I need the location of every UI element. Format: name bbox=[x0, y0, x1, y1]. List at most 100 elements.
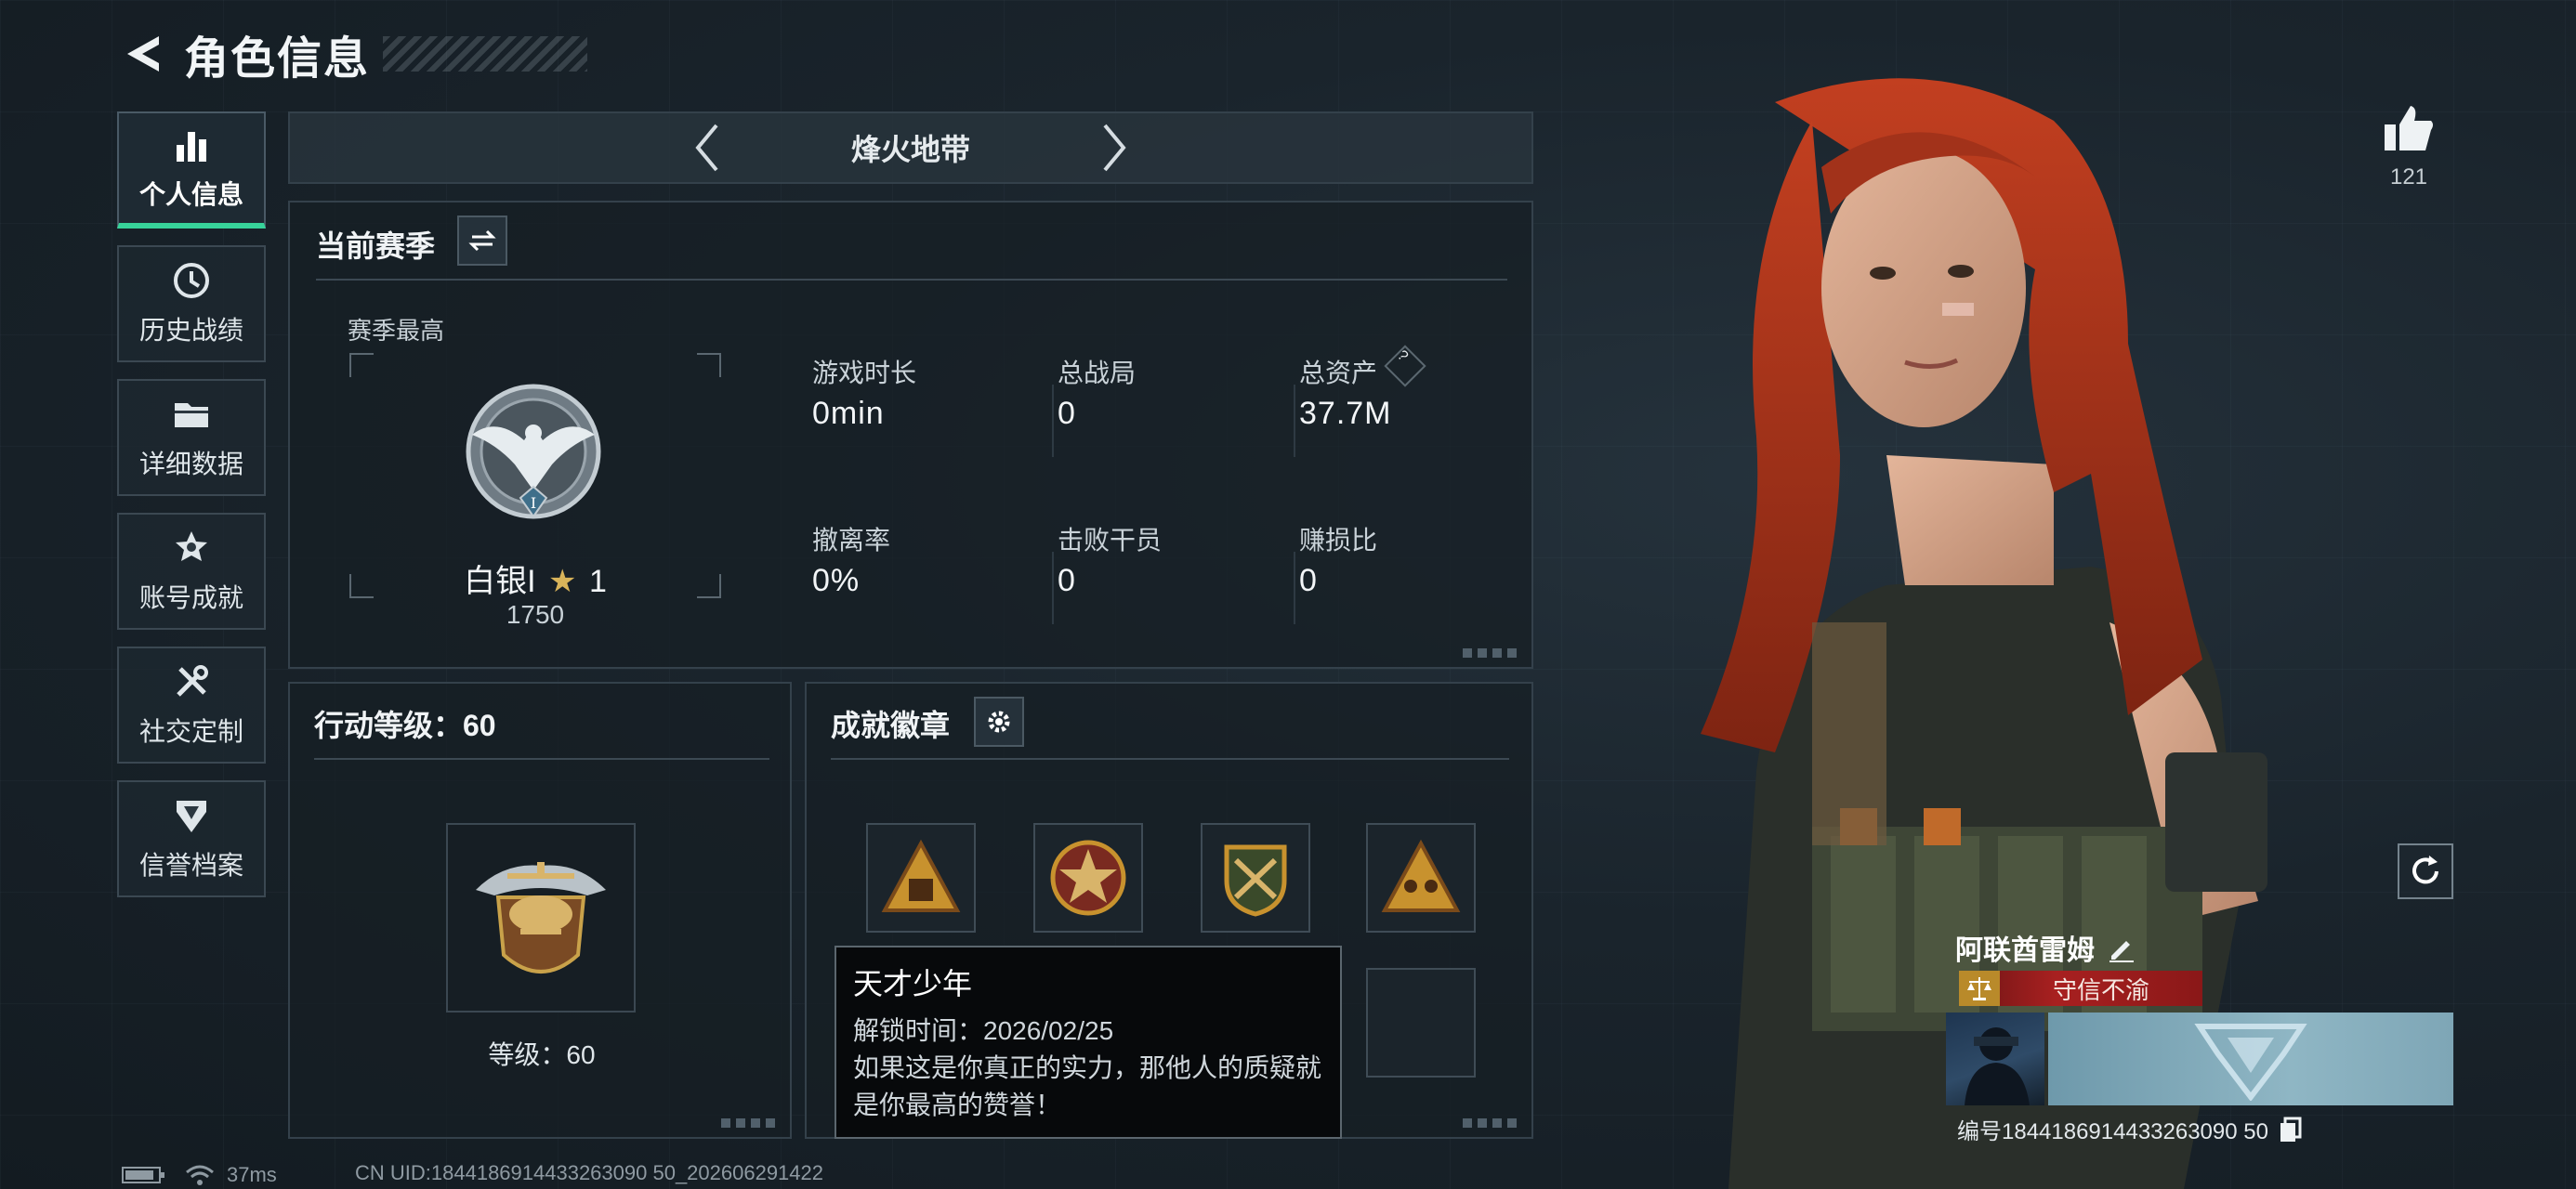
season-title: 当前赛季 bbox=[316, 229, 436, 263]
page-title: 角色信息 bbox=[184, 34, 371, 84]
refresh-button[interactable] bbox=[2398, 843, 2453, 899]
sidebar-item-history[interactable]: 历史战绩 bbox=[117, 245, 266, 362]
stat-label-matches: 总战局 bbox=[1058, 359, 1137, 387]
avatar bbox=[1946, 1013, 2044, 1105]
badge-settings-button[interactable] bbox=[974, 697, 1024, 747]
divider bbox=[831, 758, 1509, 760]
chevron-right-icon bbox=[1103, 124, 1126, 172]
corner-decoration bbox=[1463, 648, 1518, 658]
like-count: 121 bbox=[2389, 164, 2428, 189]
sidebar-item-details[interactable]: 详细数据 bbox=[117, 379, 266, 496]
star-icon: ★ bbox=[548, 564, 577, 599]
back-arrow-icon[interactable] bbox=[119, 30, 167, 78]
divider bbox=[314, 758, 769, 760]
sidebar-item-label: 账号成就 bbox=[138, 583, 243, 612]
rank-name-row: 白银I ★ 1 bbox=[349, 555, 721, 601]
season-best-label: 赛季最高 bbox=[348, 317, 445, 345]
stat-separator bbox=[1294, 552, 1295, 624]
sidebar-item-achievements[interactable]: 账号成就 bbox=[117, 513, 266, 630]
badge-tooltip: 天才少年 解锁时间：2026/02/25 如果这是你真正的实力，那他人的质疑就 … bbox=[835, 946, 1342, 1139]
sidebar-item-label: 信誉档案 bbox=[138, 851, 243, 880]
sidebar-item-label: 个人信息 bbox=[138, 180, 243, 209]
svg-text:I: I bbox=[531, 494, 536, 512]
stat-label-profit-ratio: 赚损比 bbox=[1299, 526, 1378, 555]
rank-points: 1750 bbox=[506, 600, 565, 629]
rank-name: 白银I bbox=[464, 564, 536, 599]
achievements-title: 成就徽章 bbox=[831, 709, 951, 742]
player-id: 编号1844186914433263090 50 bbox=[1957, 1119, 2268, 1144]
wifi-icon bbox=[186, 1165, 214, 1185]
sidebar: 个人信息 历史战绩 详细数据 账号成就 社交定制 信誉档案 bbox=[117, 111, 269, 914]
sidebar-item-reputation[interactable]: 信誉档案 bbox=[117, 780, 266, 897]
stat-value-extract-rate: 0% bbox=[812, 563, 861, 598]
stat-label-extract-rate: 撤离率 bbox=[812, 526, 891, 555]
refresh-icon bbox=[2412, 856, 2438, 884]
stat-value-total-assets: 37.7M bbox=[1299, 396, 1392, 431]
stat-value-playtime: 0min bbox=[812, 396, 885, 431]
copy-icon[interactable] bbox=[2278, 1117, 2304, 1143]
action-level-title: 行动等级：60 bbox=[314, 709, 496, 742]
thumbs-up-icon[interactable] bbox=[2383, 104, 2435, 152]
ping-text: 37ms bbox=[227, 1163, 277, 1186]
stat-value-operators-defeated: 0 bbox=[1058, 563, 1076, 598]
season-panel: 当前赛季 赛季最高 I 白银I ★ 1 1750 游戏时长 0min 总战局 0… bbox=[288, 201, 1533, 669]
prev-mode-button[interactable] bbox=[678, 115, 734, 180]
scales-icon bbox=[1959, 971, 2000, 1006]
emblem-logo-icon bbox=[2194, 1024, 2307, 1101]
uid-text: CN UID:1844186914433263090 50_2026062914… bbox=[355, 1161, 824, 1184]
tooltip-description-line: 是你最高的赞誉！ bbox=[853, 1091, 1062, 1119]
badge-slot[interactable] bbox=[866, 823, 976, 933]
level-text: 等级：60 bbox=[488, 1040, 596, 1069]
sidebar-item-label: 详细数据 bbox=[138, 450, 243, 478]
help-icon[interactable]: ? bbox=[1384, 345, 1426, 387]
shield-badge-icon bbox=[177, 801, 206, 832]
stat-label-operators-defeated: 击败干员 bbox=[1058, 526, 1163, 555]
player-card[interactable] bbox=[1946, 1013, 2453, 1105]
action-level-panel: 行动等级：60 等级：60 bbox=[288, 682, 792, 1139]
sidebar-item-social[interactable]: 社交定制 bbox=[117, 647, 266, 764]
medal-icon bbox=[176, 531, 207, 561]
edit-pencil-icon[interactable] bbox=[2106, 932, 2137, 963]
badge-slot[interactable] bbox=[1201, 823, 1310, 933]
tooltip-unlock-time: 解锁时间：2026/02/25 bbox=[853, 1016, 1114, 1045]
switch-season-button[interactable] bbox=[457, 216, 507, 266]
silver-eagle-rank-icon: I bbox=[466, 384, 601, 519]
player-name-row: 阿联酋雷姆 bbox=[1955, 927, 2137, 968]
title-tag-text: 守信不渝 bbox=[2052, 975, 2149, 1004]
stat-value-matches: 0 bbox=[1058, 396, 1076, 431]
swap-icon bbox=[468, 229, 496, 252]
title-decoration bbox=[383, 36, 588, 72]
status-bar: 37ms bbox=[121, 1161, 277, 1189]
rank-stars: 1 bbox=[588, 564, 607, 599]
tools-icon bbox=[177, 665, 208, 697]
next-mode-button[interactable] bbox=[1087, 115, 1143, 180]
badge-slot-empty[interactable] bbox=[1366, 968, 1476, 1078]
sidebar-item-personal-info[interactable]: 个人信息 bbox=[117, 111, 266, 229]
stat-label-total-assets: 总资产 bbox=[1299, 359, 1378, 387]
badge-slot[interactable] bbox=[1033, 823, 1143, 933]
player-title-tag: 守信不渝 bbox=[1959, 971, 2202, 1006]
like-block: 121 bbox=[2372, 104, 2446, 190]
history-clock-icon bbox=[174, 263, 209, 298]
bar-chart-icon bbox=[177, 132, 206, 162]
gear-icon bbox=[988, 711, 1010, 733]
name-card-banner bbox=[2048, 1013, 2453, 1105]
stat-separator bbox=[1052, 385, 1054, 457]
stat-value-profit-ratio: 0 bbox=[1299, 563, 1318, 598]
sidebar-item-label: 历史战绩 bbox=[138, 316, 243, 345]
sidebar-item-label: 社交定制 bbox=[138, 717, 243, 746]
stat-label-playtime: 游戏时长 bbox=[812, 359, 917, 387]
badge-slot[interactable] bbox=[1366, 823, 1476, 933]
star-medal-badge-icon bbox=[1050, 840, 1126, 916]
player-name: 阿联酋雷姆 bbox=[1955, 935, 2095, 966]
mode-name: 烽火地带 bbox=[850, 133, 970, 166]
tooltip-title: 天才少年 bbox=[853, 967, 973, 1000]
level-emblem-frame bbox=[446, 823, 636, 1013]
crossed-shield-badge-icon bbox=[1224, 844, 1287, 917]
chevron-left-icon bbox=[695, 124, 718, 172]
helicopter-emblem-icon bbox=[476, 862, 606, 973]
player-id-row: 编号1844186914433263090 50 bbox=[1957, 1113, 2304, 1145]
page-header: 角色信息 bbox=[119, 24, 588, 84]
folder-icon bbox=[175, 403, 208, 427]
tooltip-description-line: 如果这是你真正的实力，那他人的质疑就 bbox=[853, 1053, 1322, 1082]
